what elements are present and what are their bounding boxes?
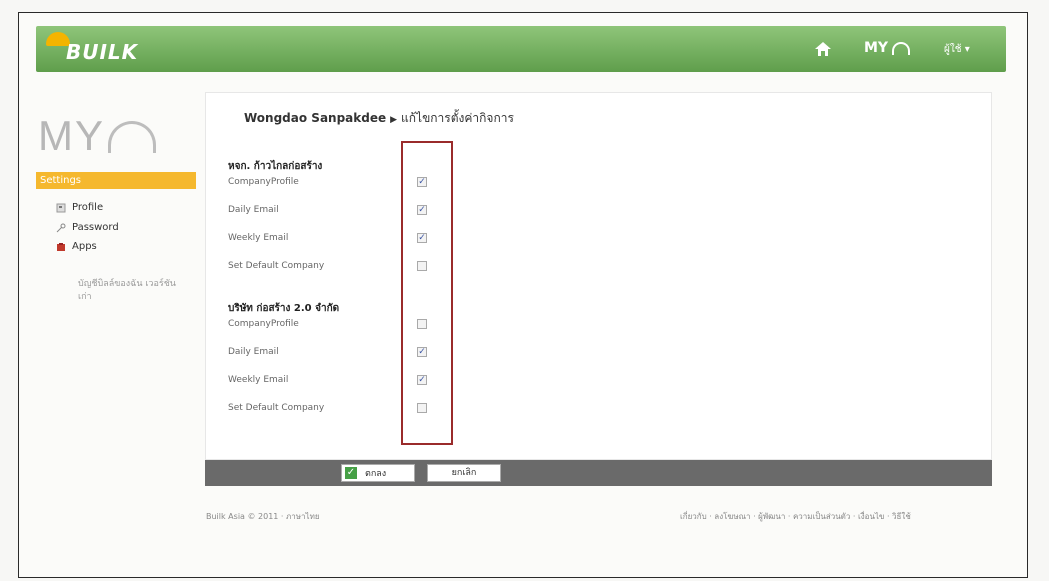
breadcrumb-user[interactable]: Wongdao Sanpakdee xyxy=(244,111,386,125)
highlight-box xyxy=(401,141,453,445)
builk-logo[interactable]: BUILK xyxy=(46,32,137,64)
sidebar-item-apps[interactable]: Apps xyxy=(56,241,97,252)
old-version-link[interactable]: บัญชีบิลล์ของฉัน เวอร์ชันเก่า xyxy=(78,278,178,304)
footer-copyright[interactable]: Builk Asia © 2011 · ภาษาไทย xyxy=(206,510,320,523)
top-nav-bar: BUILK MY ผู้ใช้ ▾ xyxy=(36,26,1006,72)
apps-icon xyxy=(56,242,66,252)
ok-button[interactable]: ✓ ตกลง xyxy=(341,464,415,482)
cancel-button[interactable]: ยกเลิก xyxy=(427,464,501,482)
sidebar-item-label: Password xyxy=(72,222,119,233)
sidebar-item-label: Apps xyxy=(72,241,97,252)
action-bar: ✓ ตกลง ยกเลิก xyxy=(205,460,992,486)
key-icon xyxy=(56,223,66,233)
option-label: Weekly Email xyxy=(228,233,289,243)
option-label: Set Default Company xyxy=(228,403,325,413)
option-label: Daily Email xyxy=(228,205,279,215)
user-menu[interactable]: ผู้ใช้ ▾ xyxy=(944,42,970,57)
option-label: CompanyProfile xyxy=(228,177,299,187)
breadcrumb-arrow-icon: ▶ xyxy=(390,115,398,125)
my-link[interactable]: MY xyxy=(864,40,888,56)
option-label: Weekly Email xyxy=(228,375,289,385)
check-icon: ✓ xyxy=(345,467,357,479)
breadcrumb: Wongdao Sanpakdee ▶ แก้ไขการตั้งค่ากิจการ xyxy=(244,109,514,128)
company-group-title: หจก. ก้าวไกลก่อสร้าง xyxy=(228,161,323,172)
sidebar-item-label: Profile xyxy=(72,202,104,213)
settings-section-header: Settings xyxy=(36,172,196,189)
ok-button-label: ตกลง xyxy=(365,469,387,479)
option-label: CompanyProfile xyxy=(228,319,299,329)
sidebar-item-profile[interactable]: Profile xyxy=(56,202,103,213)
option-label: Set Default Company xyxy=(228,261,325,271)
sidebar-item-password[interactable]: Password xyxy=(56,222,119,233)
footer-links[interactable]: เกี่ยวกับ · ลงโฆษณา · ผู้พัฒนา · ความเป็… xyxy=(680,510,911,523)
option-label: Daily Email xyxy=(228,347,279,357)
breadcrumb-page: แก้ไขการตั้งค่ากิจการ xyxy=(401,111,514,125)
helmet-outline-icon xyxy=(892,42,910,55)
company-group-title: บริษัท ก่อสร้าง 2.0 จำกัด xyxy=(228,303,340,314)
settings-panel: Wongdao Sanpakdee ▶ แก้ไขการตั้งค่ากิจการ … xyxy=(205,92,992,460)
logo-text: BUILK xyxy=(66,40,139,64)
sidebar-brand: MY xyxy=(38,112,105,159)
profile-icon xyxy=(56,203,66,213)
home-icon[interactable] xyxy=(814,40,832,58)
